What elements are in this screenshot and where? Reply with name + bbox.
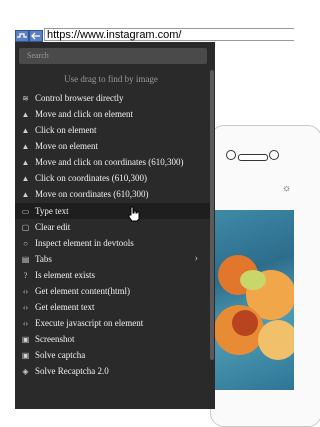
cursor-icon: ▲ [21,158,30,167]
cursor-icon: ▲ [21,110,30,119]
image-icon: ▣ [21,335,30,344]
menu-item-solve-captcha[interactable]: ▣ Solve captcha [15,347,210,363]
menu-item-get-text[interactable]: ‹› Get element text [15,299,210,315]
menu-item-solve-recaptcha[interactable]: ◈ Solve Recaptcha 2.0 [15,363,210,379]
chevron-right-icon: › [194,253,198,264]
url-input[interactable]: https://www.instagram.com/ [44,28,294,41]
search-input[interactable]: Search [19,48,207,64]
menu-scrollbar[interactable] [210,70,214,360]
sun-icon: ☼ [282,183,292,194]
speaker-bar [238,154,268,161]
menu-item-screenshot[interactable]: ▣ Screenshot [15,331,210,347]
keyboard-icon: ▭ [21,207,30,216]
hand-cursor-icon [128,206,140,222]
fruit-photo [212,210,294,390]
menu-item-get-content[interactable]: ‹› Get element content(html) [15,283,210,299]
menu-item-inspect[interactable]: ○ Inspect element in devtools [15,235,210,251]
code-icon: ‹› [22,287,29,296]
cursor-icon: ▲ [21,190,30,199]
drag-hint: Use drag to find by image [64,74,158,84]
menu-item-execute-js[interactable]: ‹› Execute javascript on element [15,315,210,331]
back-button[interactable] [15,30,29,42]
menu-item-click-coords[interactable]: ▲ Click on coordinates (610,300) [15,170,210,186]
wifi-icon: ≋ [22,94,29,103]
menu-item-tabs[interactable]: ▤ Tabs › [15,251,210,267]
menu-item-type-text[interactable]: ▭ Type text [15,203,210,219]
flow-icon [17,33,27,38]
address-toolbar: https://www.instagram.com/ [0,0,294,42]
menu-item-element-exists[interactable]: ? Is element exists [15,267,210,283]
arrow-left-icon [31,32,40,40]
shield-icon: ◈ [22,367,29,376]
cursor-icon: ▲ [21,126,30,135]
sensor-dot [269,150,279,160]
folder-icon: ▤ [21,255,30,264]
cursor-icon: ▲ [21,142,30,151]
menu-item-move-element[interactable]: ▲ Move on element [15,138,210,154]
menu-item-clear-edit[interactable]: ▢ Clear edit [15,219,210,235]
image-icon: ▣ [21,351,30,360]
forward-button[interactable] [29,30,43,42]
menu-item-move-click-coords[interactable]: ▲ Move and click on coordinates (610,300… [15,154,210,170]
menu-item-move-click-element[interactable]: ▲ Move and click on element [15,106,210,122]
eraser-icon: ▢ [21,223,30,232]
code-icon: ‹› [22,303,29,312]
actions-menu: Search Use drag to find by image ≋ Contr… [15,42,215,409]
code-icon: ‹› [22,319,29,328]
question-icon: ? [23,271,28,280]
cursor-icon: ▲ [21,174,30,183]
menu-item-move-coords[interactable]: ▲ Move on coordinates (610,300) [15,186,210,202]
menu-item-click-element[interactable]: ▲ Click on element [15,122,210,138]
camera-dot [226,150,236,160]
search-icon: ○ [23,239,28,248]
menu-item-control-browser[interactable]: ≋ Control browser directly [15,90,210,106]
